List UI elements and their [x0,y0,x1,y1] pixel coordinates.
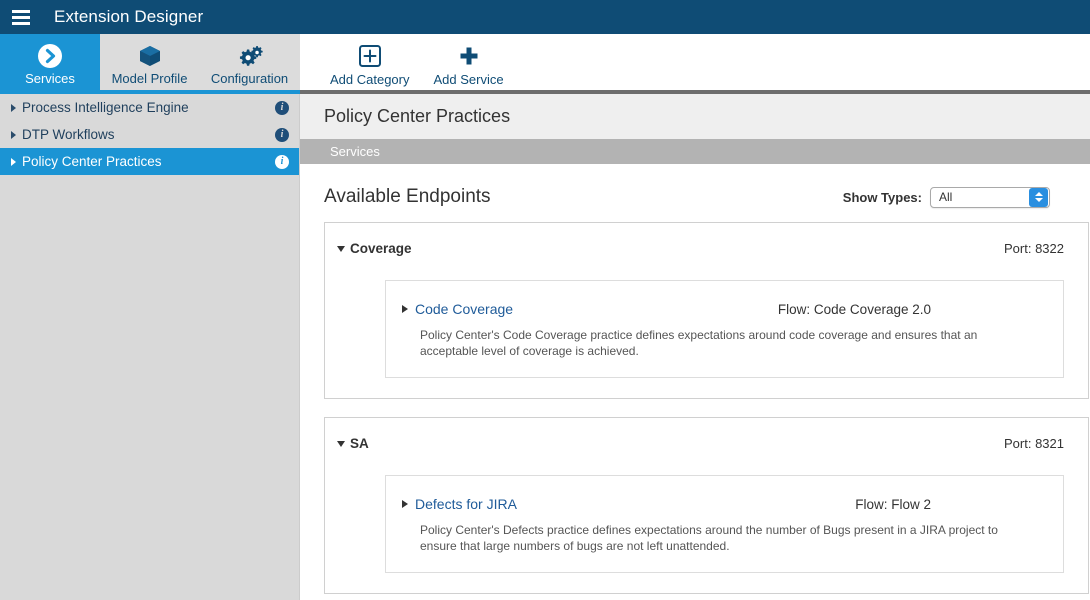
add-category-button[interactable]: Add Category [318,34,422,94]
show-types-control: Show Types: All [842,186,1050,208]
plus-box-icon [358,42,382,70]
main-panel: Policy Center Practices Services Availab… [300,94,1090,600]
chevron-down-icon [337,440,345,447]
page-header: Policy Center Practices [300,94,1090,139]
endpoint-card-header: Coverage Port: 8322 [337,241,1064,256]
title-bar: Extension Designer [0,0,1090,34]
sidebar-item-dtp-workflows[interactable]: DTP Workflows i [0,121,299,148]
tab-strip: Services Model Profile Configuration Add… [0,34,1090,94]
stepper-icon[interactable] [1029,187,1048,207]
practice-item-description: Policy Center's Defects practice defines… [420,523,998,553]
tab-services-label: Services [25,71,75,86]
hamburger-bar [12,21,30,25]
add-service-button[interactable]: Add Service [421,34,516,94]
practice-item-name[interactable]: Code Coverage [415,301,513,317]
endpoint-card-header: SA Port: 8321 [337,436,1064,451]
info-icon[interactable]: i [275,154,289,169]
endpoint-card-port: Port: 8322 [1004,241,1064,256]
sidebar-item-label: Process Intelligence Engine [22,100,189,115]
sidebar-item-policy-center-practices[interactable]: Policy Center Practices i [0,148,299,175]
tab-configuration-label: Configuration [210,71,289,86]
practice-item-flow: Flow: Code Coverage 2.0 [777,301,931,317]
practice-item: Defects for JIRA Flow: Flow 2 Policy Cen… [385,475,1064,573]
chevron-circle-right-icon [37,42,63,70]
show-types-select[interactable]: All [930,186,1050,208]
endpoint-card-port: Port: 8321 [1004,436,1064,451]
tab-model-profile[interactable]: Model Profile [100,34,199,94]
show-types-label: Show Types: [842,189,922,205]
endpoint-cards: Coverage Port: 8322 Code Coverage Flow: … [300,208,1090,594]
practice-item-description: Policy Center's Code Coverage practice d… [420,328,978,358]
sidebar-item-label: Policy Center Practices [22,154,162,169]
endpoint-card-toggle[interactable]: Coverage [337,241,412,256]
practice-item-header: Defects for JIRA Flow: Flow 2 [402,496,1041,512]
endpoint-card-toggle[interactable]: SA [337,436,369,451]
endpoint-card-title: SA [350,436,369,451]
endpoint-card: Coverage Port: 8322 Code Coverage Flow: … [324,222,1089,399]
info-icon[interactable]: i [275,127,289,142]
show-types-value: All [939,190,953,204]
practice-item: Code Coverage Flow: Code Coverage 2.0 Po… [385,280,1064,378]
hamburger-menu-icon[interactable] [10,6,32,28]
section-title: Available Endpoints [324,186,491,207]
add-service-label: Add Service [433,71,504,87]
info-icon[interactable]: i [275,100,289,115]
practice-item-toggle[interactable]: Code Coverage [402,301,513,317]
tab-configuration[interactable]: Configuration [199,34,300,94]
practice-item-flow: Flow: Flow 2 [855,496,931,512]
hamburger-bar [12,9,30,13]
chevron-up-icon [1034,192,1043,196]
sidebar-item-label: DTP Workflows [22,127,115,142]
add-category-label: Add Category [330,71,410,87]
chevron-down-icon [1034,198,1043,202]
hamburger-bar [12,15,30,19]
gears-icon [236,42,264,70]
chevron-right-icon[interactable] [6,157,20,166]
chevron-right-icon[interactable] [6,130,20,139]
practice-item-toggle[interactable]: Defects for JIRA [402,496,517,512]
tab-services[interactable]: Services [0,34,100,94]
breadcrumb: Services [300,139,1090,164]
toolbar-separator [300,34,318,94]
practice-item-header: Code Coverage Flow: Code Coverage 2.0 [402,301,1041,317]
chevron-down-icon [337,245,345,252]
sidebar: Process Intelligence Engine i DTP Workfl… [0,94,300,600]
chevron-right-icon [402,305,408,313]
body-container: Process Intelligence Engine i DTP Workfl… [0,94,1090,600]
sidebar-item-process-intelligence-engine[interactable]: Process Intelligence Engine i [0,94,299,121]
tab-model-profile-label: Model Profile [111,71,188,86]
section-header: Available Endpoints Show Types: All [300,164,1090,208]
breadcrumb-item-services[interactable]: Services [330,144,380,159]
endpoint-card: SA Port: 8321 Defects for JIRA Flow: Flo… [324,417,1089,594]
app-title: Extension Designer [54,7,204,26]
practice-item-name[interactable]: Defects for JIRA [415,496,517,512]
cube-icon [137,42,163,70]
chevron-right-icon [402,500,408,508]
page-title: Policy Center Practices [324,106,511,126]
chevron-right-icon[interactable] [6,103,20,112]
plus-icon [457,42,481,70]
endpoint-card-title: Coverage [350,241,412,256]
